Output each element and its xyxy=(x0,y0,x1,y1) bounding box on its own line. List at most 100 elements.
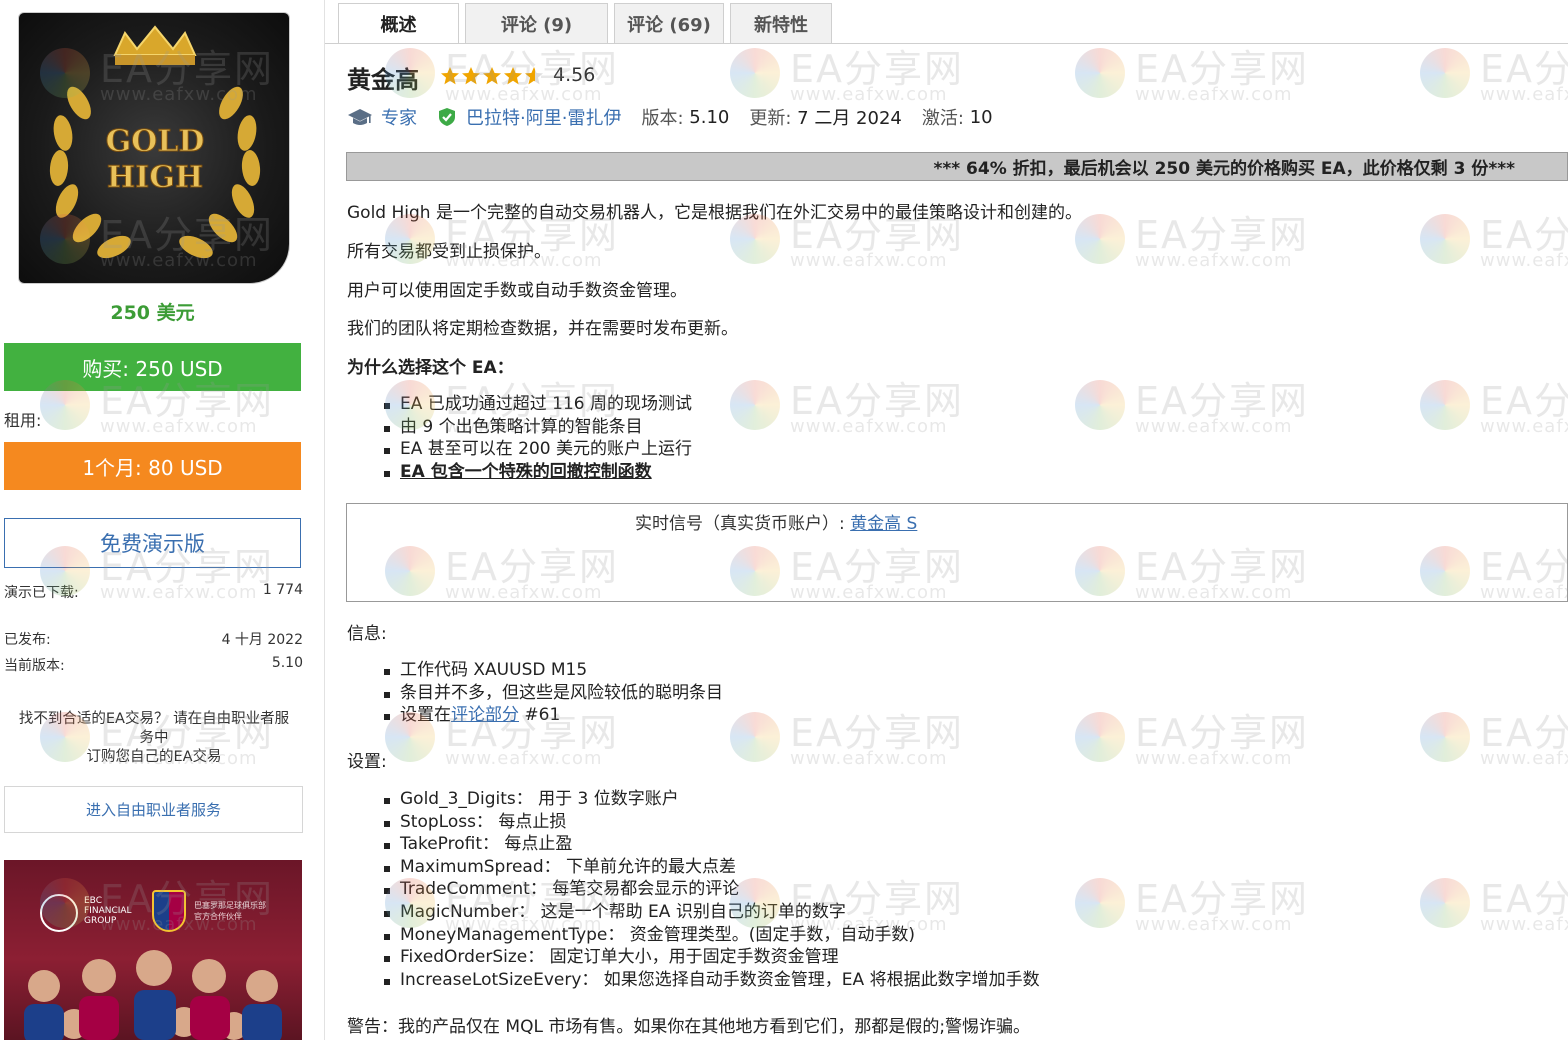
players-photo xyxy=(24,950,282,1040)
watermark: EA分享网www.eafxw.com xyxy=(1420,708,1568,778)
ebc-logo-text: EBC FINANCIAL GROUP xyxy=(84,896,132,926)
settings-list: Gold_3_Digits： 用于 3 位数字账户 StopLoss： 每点止损… xyxy=(383,788,1040,991)
watermark: EA分享网www.eafxw.com xyxy=(1075,874,1375,944)
watermark: EA分享网www.eafxw.com xyxy=(1075,210,1375,280)
comments-section-link[interactable]: 评论部分 xyxy=(451,705,519,725)
watermark-logo-icon xyxy=(1420,214,1470,264)
price-label: 250 美元 xyxy=(110,302,195,324)
demo-downloads-row: 演示已下载: 1 774 xyxy=(4,582,303,602)
warning-text: 警告：我的产品仅在 MQL 市场有售。如果你在其他地方看到它们，那都是假的;警惕… xyxy=(347,1017,1031,1037)
description-paragraph: Gold High 是一个完整的自动交易机器人，它是根据我们在外汇交易中的最佳策… xyxy=(347,203,1082,223)
tab-comments[interactable]: 评论 (69) xyxy=(614,3,724,44)
watermark: EA分享网www.eafxw.com xyxy=(730,376,1030,446)
demo-downloads-value: 1 774 xyxy=(262,582,303,598)
why-heading: 为什么选择这个 EA： xyxy=(347,358,514,378)
free-demo-button[interactable]: 免费演示版 xyxy=(4,518,301,568)
description-paragraph: 我们的团队将定期检查数据，并在需要时发布更新。 xyxy=(347,319,738,339)
watermark: EA分享网www.eafxw.com xyxy=(730,708,1030,778)
watermark-logo-icon xyxy=(730,48,780,98)
rent-label: 租用: xyxy=(4,411,42,430)
list-item: EA 已成功通过超过 116 周的现场测试 xyxy=(383,393,692,416)
freelance-prompt-line: 订购您自己的EA交易 xyxy=(86,749,222,765)
freelance-prompt: 找不到合适的EA交易？ 请在自由职业者服 务中 订购您自己的EA交易 xyxy=(4,710,304,767)
watermark-logo-icon xyxy=(730,380,780,430)
watermark-logo-icon xyxy=(1075,380,1125,430)
star-icon xyxy=(483,67,501,85)
verified-check-icon xyxy=(437,107,457,127)
rating-value: 4.56 xyxy=(553,64,596,86)
live-signal-box: 实时信号（真实货币账户）: 黄金高 S xyxy=(346,503,1568,602)
watermark-logo-icon xyxy=(730,712,780,762)
watermark: EA分享网www.eafxw.com xyxy=(1420,210,1568,280)
watermark-logo-icon xyxy=(1075,48,1125,98)
list-item: 设置在评论部分 #61 xyxy=(383,704,723,727)
rent-1-month-button[interactable]: 1个月: 80 USD xyxy=(4,442,301,490)
rating-stars xyxy=(440,66,545,86)
watermark-logo-icon xyxy=(1075,214,1125,264)
list-item: 条目并不多，但这些是风险较低的聪明条目 xyxy=(383,682,723,705)
ad-banner[interactable]: EBC FINANCIAL GROUP 巴塞罗那足球俱乐部 官方合作伙伴 xyxy=(4,860,302,1040)
tab-whats-new[interactable]: 新特性 xyxy=(730,3,832,44)
activations-label: 激活: xyxy=(921,108,964,129)
tab-divider xyxy=(325,43,1568,44)
list-item: MagicNumber： 这是一个帮助 EA 识别自己的订单的数字 xyxy=(383,901,1040,924)
tab-overview[interactable]: 概述 xyxy=(338,3,459,44)
info-list: 工作代码 XAUUSD M15 条目并不多，但这些是风险较低的聪明条目 设置在评… xyxy=(383,659,723,727)
fcb-crest-icon xyxy=(152,890,186,932)
list-item: StopLoss： 每点止损 xyxy=(383,811,1040,834)
list-item: TradeComment： 每笔交易都会显示的评论 xyxy=(383,878,1040,901)
star-icon xyxy=(504,67,522,85)
info-heading: 信息: xyxy=(347,624,387,644)
watermark-logo-icon xyxy=(1075,712,1125,762)
star-icon xyxy=(441,67,459,85)
freelance-prompt-line: 务中 xyxy=(139,730,169,746)
category-link[interactable]: 专家 xyxy=(381,104,417,130)
list-item: EA 甚至可以在 200 美元的账户上运行 xyxy=(383,438,692,461)
live-signal-label: 实时信号（真实货币账户）: xyxy=(635,514,845,534)
live-signal-text: 实时信号（真实货币账户）: 黄金高 S xyxy=(635,509,917,534)
watermark-logo-icon xyxy=(1420,878,1470,928)
list-item: TakeProfit： 每点止盈 xyxy=(383,833,1040,856)
promo-banner: *** 64% 折扣，最后机会以 250 美元的价格购买 EA，此价格仅剩 3 … xyxy=(346,152,1568,181)
author-link[interactable]: 巴拉特·阿里·雷扎伊 xyxy=(466,104,621,130)
current-version-row: 当前版本: 5.10 xyxy=(4,655,303,675)
list-item: FixedOrderSize： 固定订单大小，用于固定手数资金管理 xyxy=(383,946,1040,969)
activations-value: 10 xyxy=(969,106,993,128)
list-item: 由 9 个出色策略计算的智能条目 xyxy=(383,416,692,439)
current-version-value: 5.10 xyxy=(271,655,303,671)
live-signal-link[interactable]: 黄金高 S xyxy=(850,514,917,534)
fcb-partner-text: 巴塞罗那足球俱乐部 官方合作伙伴 xyxy=(194,901,266,921)
tab-bar: 概述 评论 (9) 评论 (69) 新特性 xyxy=(338,3,838,44)
list-item: MaximumSpread： 下单前允许的最大点差 xyxy=(383,856,1040,879)
list-item: IncreaseLotSizeEvery： 如果您选择自动手数资金管理，EA 将… xyxy=(383,969,1040,992)
list-item: 工作代码 XAUUSD M15 xyxy=(383,659,723,682)
list-item: EA 包含一个特殊的回撤控制函数 xyxy=(383,461,692,484)
watermark: EA分享网www.eafxw.com xyxy=(1420,44,1568,114)
why-list: EA 已成功通过超过 116 周的现场测试 由 9 个出色策略计算的智能条目 E… xyxy=(383,393,692,483)
settings-heading: 设置: xyxy=(347,752,387,772)
list-item: MoneyManagementType： 资金管理类型。(固定手数，自动手数) xyxy=(383,924,1040,947)
freelance-prompt-line: 找不到合适的EA交易？ 请在自由职业者服 xyxy=(18,711,290,727)
current-version-label: 当前版本: xyxy=(4,658,65,674)
watermark-logo-icon xyxy=(1420,712,1470,762)
star-icon xyxy=(525,67,543,85)
tab-reviews[interactable]: 评论 (9) xyxy=(465,3,608,44)
version-label: 版本: xyxy=(641,108,684,129)
updated-value: 7 二月 2024 xyxy=(797,108,902,129)
version-value: 5.10 xyxy=(689,106,730,128)
star-icon xyxy=(462,67,480,85)
product-image: GOLD HIGH xyxy=(18,12,290,284)
description-paragraph: 所有交易都受到止损保护。 xyxy=(347,242,551,262)
ebc-logo-icon xyxy=(40,894,78,932)
watermark: EA分享网www.eafxw.com xyxy=(1075,44,1375,114)
freelance-service-button[interactable]: 进入自由职业者服务 xyxy=(4,786,303,833)
demo-downloads-label: 演示已下载: xyxy=(4,585,79,601)
published-row: 已发布: 4 十月 2022 xyxy=(4,629,303,649)
buy-button[interactable]: 购买: 250 USD xyxy=(4,343,301,391)
published-label: 已发布: xyxy=(4,632,51,648)
product-title: 黄金高 xyxy=(347,66,419,94)
watermark-logo-icon xyxy=(1420,380,1470,430)
svg-text:GOLD: GOLD xyxy=(106,124,205,159)
published-value: 4 十月 2022 xyxy=(221,632,303,648)
updated-label: 更新: xyxy=(749,108,792,129)
